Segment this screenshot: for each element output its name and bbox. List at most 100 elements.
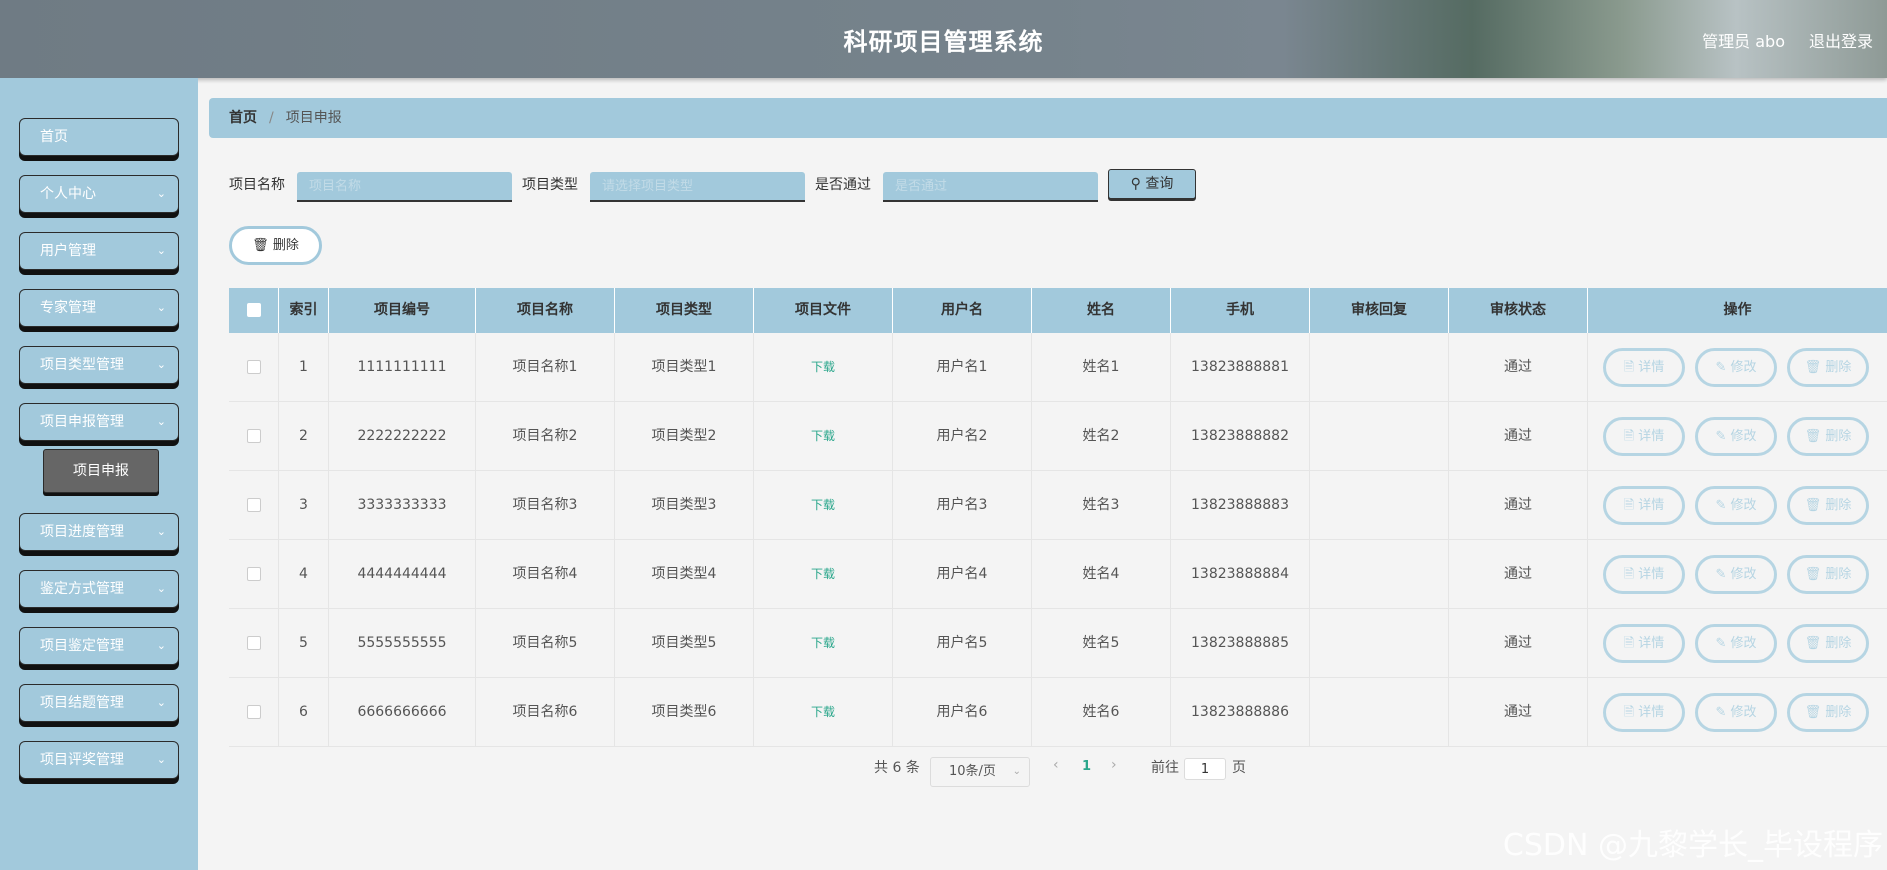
cell-reply <box>1310 402 1449 471</box>
edit-button[interactable]: ✎ 修改 <box>1695 486 1777 525</box>
cell-type: 项目类型3 <box>615 471 754 540</box>
cell-code: 5555555555 <box>329 609 476 678</box>
row-select-cell <box>229 471 279 540</box>
sidebar-item-home[interactable]: 首页 <box>19 118 179 156</box>
edit-button-label: 修改 <box>1730 360 1757 375</box>
passed-select[interactable] <box>883 172 1098 202</box>
row-checkbox[interactable] <box>246 705 261 719</box>
sidebar-item-project-progress-management[interactable]: 项目进度管理 ⌄ <box>19 513 179 551</box>
detail-button[interactable]: 🗎 详情 <box>1603 486 1685 525</box>
row-checkbox[interactable] <box>246 498 261 512</box>
chevron-down-icon: ⌄ <box>156 696 166 709</box>
goto-page-input[interactable] <box>1184 758 1226 780</box>
cell-realname: 姓名6 <box>1032 678 1171 747</box>
cell-index: 5 <box>279 609 329 678</box>
prev-page-button[interactable]: ‹ <box>1053 757 1059 773</box>
batch-delete-button[interactable]: 🗑 删除 <box>229 226 322 265</box>
cell-username: 用户名2 <box>893 402 1032 471</box>
logout-link[interactable]: 退出登录 <box>1809 28 1873 52</box>
sidebar-item-expert-management[interactable]: 专家管理 ⌄ <box>19 289 179 327</box>
delete-button[interactable]: 🗑 删除 <box>1787 417 1869 456</box>
cell-index: 6 <box>279 678 329 747</box>
cell-username: 用户名6 <box>893 678 1032 747</box>
sidebar-item-label: 首页 <box>40 129 68 145</box>
detail-button[interactable]: 🗎 详情 <box>1603 624 1685 663</box>
column-header: 操作 <box>1723 302 1752 318</box>
project-type-select[interactable] <box>590 172 805 202</box>
delete-button[interactable]: 🗑 删除 <box>1787 624 1869 663</box>
detail-button-label: 详情 <box>1638 360 1665 375</box>
cell-name: 项目名称4 <box>476 540 615 609</box>
detail-button[interactable]: 🗎 详情 <box>1603 348 1685 387</box>
edit-button[interactable]: ✎ 修改 <box>1695 417 1777 456</box>
edit-button-label: 修改 <box>1730 498 1757 513</box>
delete-button[interactable]: 🗑 删除 <box>1787 693 1869 732</box>
chevron-up-icon: ⌄ <box>156 415 166 428</box>
goto-label: 前往 <box>1151 760 1179 776</box>
sidebar-item-project-conclusion-management[interactable]: 项目结题管理 ⌄ <box>19 684 179 722</box>
trash-icon: 🗑 <box>1804 360 1826 375</box>
chevron-down-icon: ⌄ <box>156 187 166 200</box>
edit-button[interactable]: ✎ 修改 <box>1695 348 1777 387</box>
delete-button[interactable]: 🗑 删除 <box>1787 486 1869 525</box>
sidebar-item-personal-center[interactable]: 个人中心 ⌄ <box>19 175 179 213</box>
edit-button[interactable]: ✎ 修改 <box>1695 693 1777 732</box>
edit-button-label: 修改 <box>1730 636 1757 651</box>
cell-phone: 13823888881 <box>1171 333 1310 402</box>
sidebar-item-project-appraisal-management[interactable]: 项目鉴定管理 ⌄ <box>19 627 179 665</box>
edit-button[interactable]: ✎ 修改 <box>1695 624 1777 663</box>
edit-button-label: 修改 <box>1730 429 1757 444</box>
detail-button[interactable]: 🗎 详情 <box>1603 555 1685 594</box>
cell-phone: 13823888886 <box>1171 678 1310 747</box>
chevron-down-icon: ⌄ <box>156 639 166 652</box>
sidebar-item-user-management[interactable]: 用户管理 ⌄ <box>19 232 179 270</box>
next-page-button[interactable]: › <box>1111 757 1117 773</box>
breadcrumb-current: 项目申报 <box>285 110 342 126</box>
page-number-current[interactable]: 1 <box>1082 759 1091 774</box>
cell-name: 项目名称3 <box>476 471 615 540</box>
cell-phone: 13823888882 <box>1171 402 1310 471</box>
trash-icon: 🗑 <box>252 238 269 253</box>
cell-type: 项目类型6 <box>615 678 754 747</box>
download-link[interactable]: 下载 <box>754 402 893 471</box>
row-checkbox[interactable] <box>246 360 261 374</box>
detail-button[interactable]: 🗎 详情 <box>1603 417 1685 456</box>
cell-status: 通过 <box>1449 333 1588 402</box>
delete-button[interactable]: 🗑 删除 <box>1787 348 1869 387</box>
download-link[interactable]: 下载 <box>754 678 893 747</box>
pencil-icon: ✎ <box>1715 498 1731 513</box>
query-button[interactable]: ⚲ 查询 <box>1108 169 1196 199</box>
column-header: 项目名称 <box>476 288 615 333</box>
edit-button[interactable]: ✎ 修改 <box>1695 555 1777 594</box>
app-title: 科研项目管理系统 <box>843 28 1044 56</box>
download-link[interactable]: 下载 <box>754 471 893 540</box>
chevron-down-icon: ⌄ <box>1012 766 1021 777</box>
delete-button[interactable]: 🗑 删除 <box>1787 555 1869 594</box>
sidebar-item-project-application-management[interactable]: 项目申报管理 ⌄ <box>19 403 179 441</box>
row-checkbox[interactable] <box>246 429 261 443</box>
table-row: 2 2222222222 项目名称2 项目类型2 下载 用户名2 姓名2 1382388888… <box>229 402 1887 471</box>
download-link[interactable]: 下载 <box>754 540 893 609</box>
cell-reply <box>1310 609 1449 678</box>
cell-type: 项目类型2 <box>615 402 754 471</box>
cell-realname: 姓名5 <box>1032 609 1171 678</box>
row-checkbox[interactable] <box>246 567 261 581</box>
breadcrumb-home[interactable]: 首页 <box>229 110 257 126</box>
edit-button-label: 修改 <box>1730 705 1757 720</box>
sidebar-item-appraisal-method-management[interactable]: 鉴定方式管理 ⌄ <box>19 570 179 608</box>
page-size-select[interactable]: 10条/页 ⌄ <box>930 757 1030 787</box>
cell-index: 4 <box>279 540 329 609</box>
project-name-input[interactable] <box>297 172 512 202</box>
download-link[interactable]: 下载 <box>754 333 893 402</box>
delete-button-label: 删除 <box>1825 498 1852 513</box>
submenu-item-project-application[interactable]: 项目申报 <box>43 449 159 493</box>
cell-realname: 姓名3 <box>1032 471 1171 540</box>
row-checkbox[interactable] <box>246 636 261 650</box>
download-link[interactable]: 下载 <box>754 609 893 678</box>
edit-button-label: 修改 <box>1730 567 1757 582</box>
select-all-checkbox[interactable] <box>246 303 261 317</box>
sidebar-item-project-award-management[interactable]: 项目评奖管理 ⌄ <box>19 741 179 779</box>
cell-status: 通过 <box>1449 609 1588 678</box>
detail-button[interactable]: 🗎 详情 <box>1603 693 1685 732</box>
sidebar-item-project-type-management[interactable]: 项目类型管理 ⌄ <box>19 346 179 384</box>
